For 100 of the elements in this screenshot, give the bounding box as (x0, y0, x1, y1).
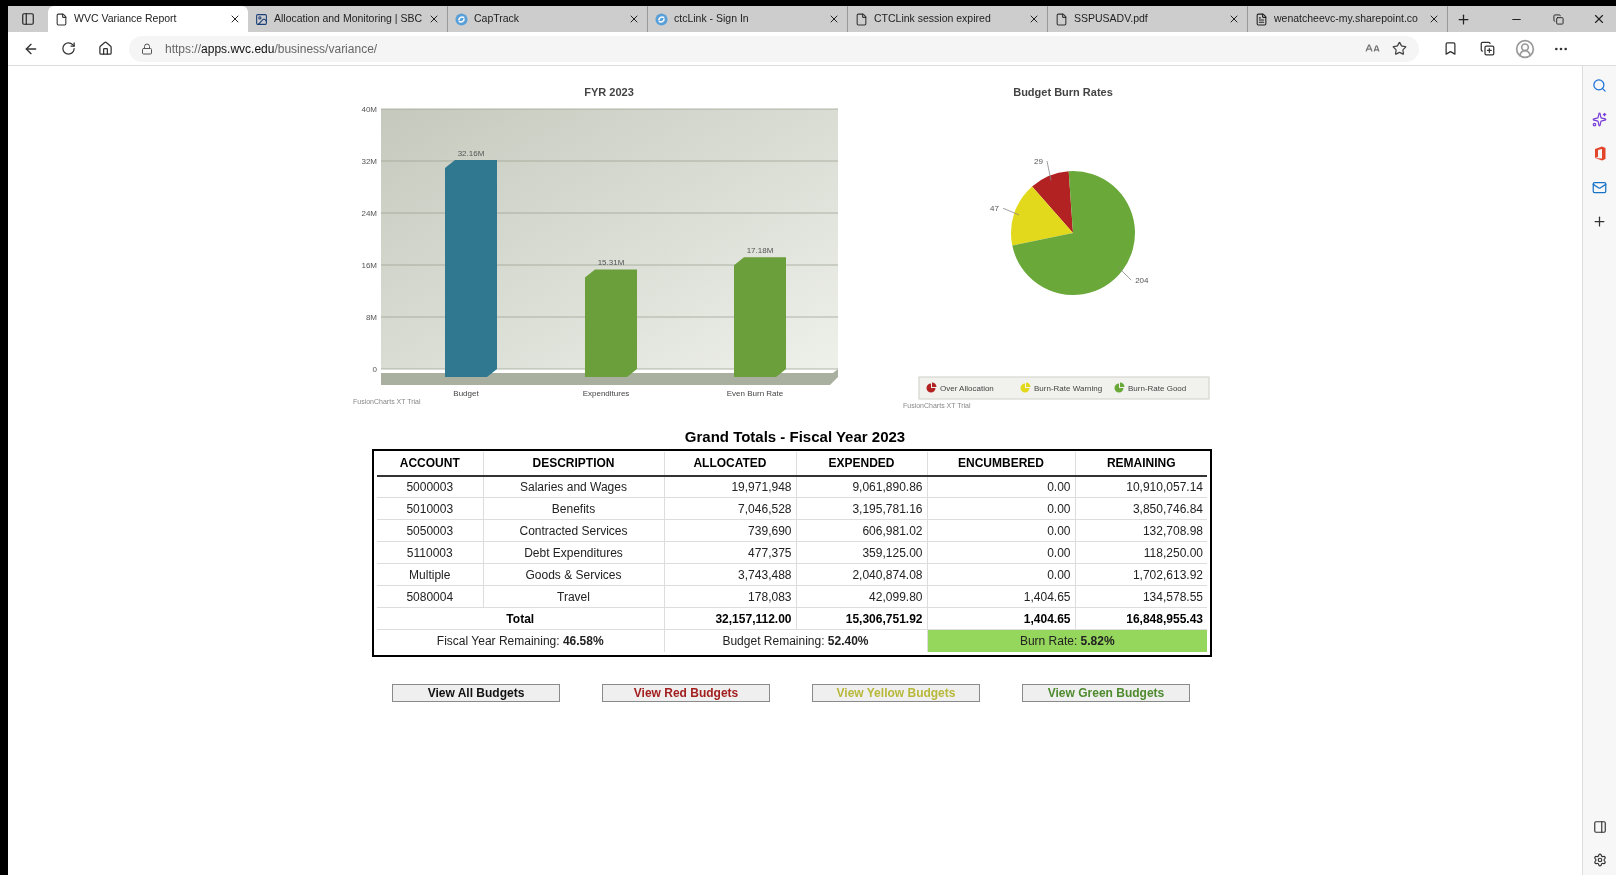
column-header: ENCUMBERED (927, 451, 1075, 476)
new-tab-icon[interactable] (1456, 11, 1471, 27)
close-icon[interactable] (828, 13, 840, 25)
collections-icon[interactable] (1480, 41, 1495, 56)
close-icon[interactable] (1028, 13, 1040, 25)
add-icon[interactable] (1592, 214, 1607, 229)
star-icon[interactable] (1392, 41, 1407, 56)
tab-title: CTCLink session expired (874, 11, 992, 27)
category-label: Even Burn Rate (726, 389, 783, 398)
summary-cell: Burn Rate: 5.82% (927, 629, 1207, 652)
close-icon[interactable] (1592, 12, 1606, 26)
column-header: ACCOUNT (377, 451, 483, 476)
axis-tick-label: 16M (360, 261, 377, 270)
table-cell: 739,690 (664, 519, 796, 542)
page-icon (855, 12, 868, 26)
document-icon (1255, 12, 1268, 26)
tab-title: ctcLink - Sign In (674, 11, 750, 27)
image-icon (255, 12, 268, 26)
lock-icon (141, 42, 153, 55)
table-cell: 0.00 (927, 497, 1075, 520)
legend-pie-icon (1114, 382, 1124, 393)
legend-label: Over Allocation (939, 384, 994, 393)
column-header: ALLOCATED (664, 451, 796, 476)
panel-icon[interactable] (1592, 820, 1607, 834)
data-label: 29 (1033, 157, 1043, 166)
favorites-icon[interactable] (1443, 41, 1458, 56)
table-cell: 118,250.00 (1075, 541, 1207, 564)
legend-pie-icon (1020, 382, 1030, 393)
settings-icon[interactable] (1592, 853, 1607, 867)
legend-label: Burn-Rate Good (1127, 384, 1186, 393)
summary-cell: Fiscal Year Remaining: 46.58% (377, 629, 664, 652)
leader-line (1002, 207, 1019, 216)
browser-tab[interactable]: WVC Variance Report (48, 6, 248, 32)
close-icon[interactable] (1228, 13, 1240, 25)
category-label: Expenditures (582, 389, 629, 398)
profile-icon[interactable] (1515, 38, 1535, 59)
summary-cell: Budget Remaining: 52.40% (664, 629, 927, 652)
sidebar-panel-icon (21, 12, 35, 26)
table-cell: 5080004 (377, 585, 483, 608)
table-cell: 178,083 (664, 585, 796, 608)
data-label: 204 (1134, 276, 1149, 286)
restore-icon[interactable] (1553, 13, 1564, 25)
url-text: https://apps.wvc.edu/business/variance/ (165, 40, 378, 58)
table-cell: 32,157,112.00 (664, 607, 796, 630)
leader-line (1117, 267, 1132, 281)
table-cell: 7,046,528 (664, 497, 796, 520)
table-cell: 0.00 (927, 563, 1075, 586)
swirl-logo-icon (655, 12, 668, 26)
reload-icon[interactable] (61, 41, 76, 56)
table-cell: 15,306,751.92 (796, 607, 927, 630)
table-cell: 606,981.02 (796, 519, 927, 542)
data-label: 47 (989, 204, 999, 214)
filter-button[interactable]: View All Budgets (392, 683, 560, 702)
close-icon[interactable] (229, 13, 241, 25)
value-label: 15.31M (597, 258, 624, 268)
table-cell: 359,125.00 (796, 541, 927, 564)
table-cell: 9,061,890.86 (796, 475, 927, 498)
table-cell: 134,578.55 (1075, 585, 1207, 608)
column-header: EXPENDED (796, 451, 927, 476)
table-cell: 5050003 (377, 519, 483, 542)
table-cell: Salaries and Wages (483, 475, 664, 498)
table-cell: 0.00 (927, 475, 1075, 498)
page-icon (55, 12, 68, 26)
column-header: DESCRIPTION (483, 451, 664, 476)
table-cell: Total (377, 607, 664, 630)
sparkle-icon[interactable] (1592, 112, 1607, 127)
table-cell: 3,743,488 (664, 563, 796, 586)
table-cell: 0.00 (927, 541, 1075, 564)
close-icon[interactable] (628, 13, 640, 25)
table-cell: Travel (483, 585, 664, 608)
table-cell: 5110003 (377, 541, 483, 564)
table-cell: 5000003 (377, 475, 483, 498)
tab-title: CapTrack (474, 11, 521, 27)
leader-line (1046, 160, 1051, 181)
table-cell: Goods & Services (483, 563, 664, 586)
table-cell: Contracted Services (483, 519, 664, 542)
mail-icon[interactable] (1592, 180, 1607, 195)
value-label: 17.18M (746, 246, 773, 256)
table-title: Grand Totals - Fiscal Year 2023 (684, 427, 906, 447)
table-cell: 3,195,781.16 (796, 497, 927, 520)
axis-tick-label: 0 (372, 365, 377, 374)
filter-button[interactable]: View Red Budgets (602, 683, 770, 702)
filter-button[interactable]: View Green Budgets (1022, 683, 1190, 702)
table-cell: 16,848,955.43 (1075, 607, 1207, 630)
home-icon[interactable] (98, 41, 113, 56)
table-cell: 132,708.98 (1075, 519, 1207, 542)
table-cell: 1,404.65 (927, 585, 1075, 608)
close-icon[interactable] (1428, 13, 1440, 25)
table-cell: Benefits (483, 497, 664, 520)
table-cell: 0.00 (927, 519, 1075, 542)
table-cell: 2,040,874.08 (796, 563, 927, 586)
category-label: Budget (452, 389, 479, 398)
axis-tick-label: 32M (360, 157, 377, 166)
axis-tick-label: 24M (360, 209, 377, 218)
table-cell: Multiple (377, 563, 483, 586)
tab-title: SSPUSADV.pdf (1074, 11, 1149, 27)
url-field[interactable]: https://apps.wvc.edu/business/variance/ (129, 35, 1419, 62)
axis-tick-label: 8M (365, 313, 377, 322)
search-icon[interactable] (1592, 78, 1607, 93)
table-cell: 19,971,948 (664, 475, 796, 498)
